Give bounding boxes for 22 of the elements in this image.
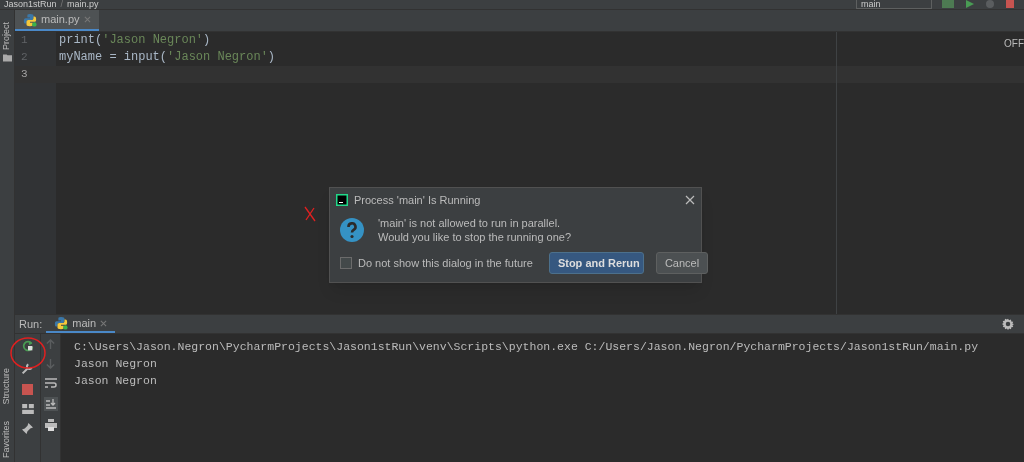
run-tab[interactable]: main [46, 315, 116, 333]
code-line: print('Jason Negron') [58, 32, 211, 49]
stop-and-rerun-button[interactable]: Stop and Rerun [548, 252, 644, 274]
breadcrumb-item[interactable]: main.py [67, 0, 99, 9]
run-config-dropdown[interactable]: main [856, 0, 932, 9]
checkbox-label: Do not show this dialog in the future [358, 255, 533, 271]
status-label: OFF [1004, 37, 1024, 51]
dialog-button[interactable]: Cancel [655, 252, 709, 274]
dialog-message: Would you like to stop the running one? [378, 230, 572, 244]
breadcrumb-separator: / [60, 0, 64, 9]
panel-title: Run: [18, 316, 44, 332]
editor-tab[interactable]: main.py [15, 10, 99, 31]
console-line: Jason Negron [74, 356, 158, 372]
console-line: C:\Users\Jason.Negron\PycharmProjects\Jason1stRun\venv\Scripts\python.exe C:/Users/Jason.Negron/PycharmProjects/Jason1stRun/main.py [74, 339, 980, 355]
dialog-title: Process 'main' Is Running [354, 192, 482, 208]
console-line: Jason Negron [74, 373, 158, 389]
tool-window-tab[interactable]: Structure [0, 368, 14, 405]
dialog-message: 'main' is not allowed to run in parallel. [378, 216, 562, 230]
tool-window-tab[interactable]: Favorites [0, 421, 14, 458]
breadcrumb-item[interactable]: Jason1stRun [4, 0, 57, 9]
tool-window-tab[interactable]: Project [0, 22, 14, 50]
code-line: myName = input('Jason Negron') [58, 49, 276, 66]
